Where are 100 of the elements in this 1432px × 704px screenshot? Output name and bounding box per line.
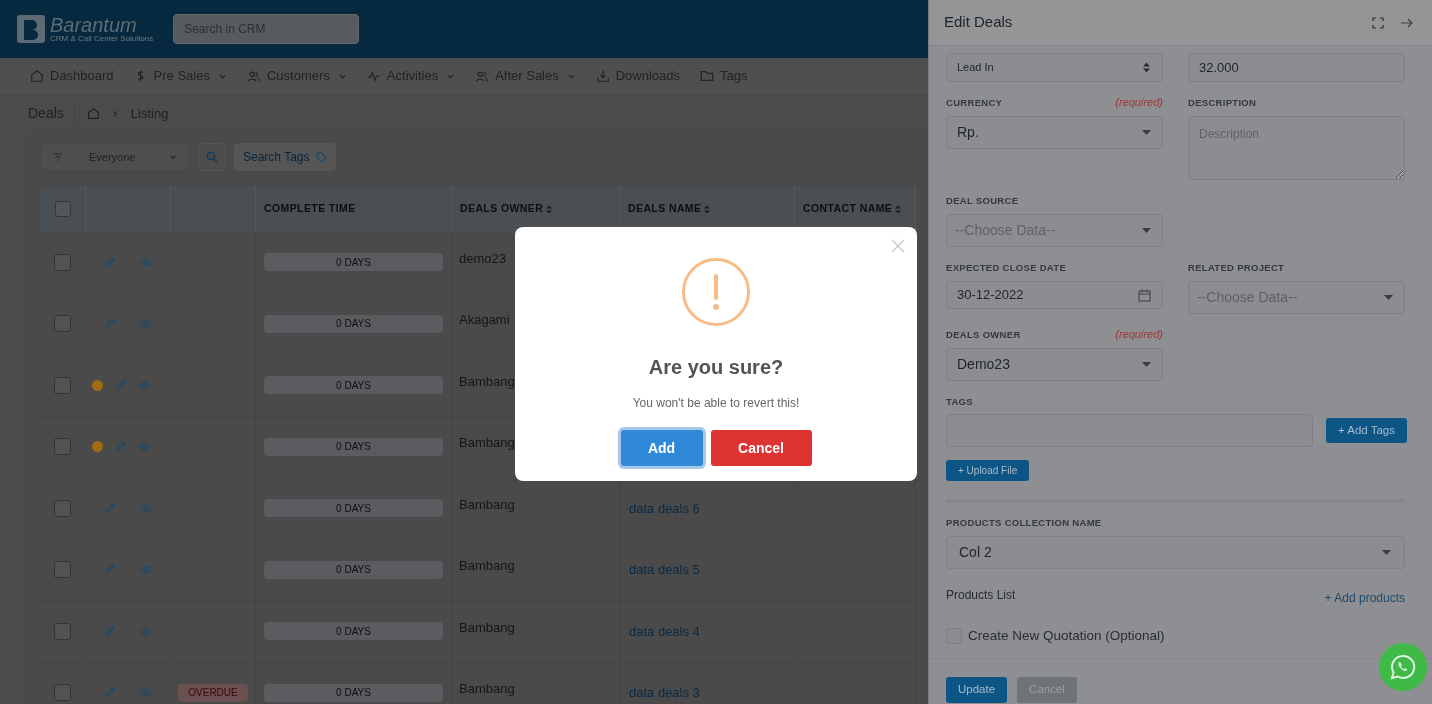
people-icon bbox=[247, 69, 261, 83]
required-note: (required) bbox=[1115, 326, 1163, 342]
row-checkbox[interactable] bbox=[54, 315, 71, 333]
duration-bar: 0 DAYS bbox=[264, 560, 443, 579]
cancel-button[interactable]: Cancel bbox=[710, 430, 812, 466]
view-icon[interactable] bbox=[140, 626, 152, 636]
view-icon[interactable] bbox=[140, 688, 152, 698]
logo-text: Barantum bbox=[50, 15, 138, 35]
panel-title: Edit Deals bbox=[944, 12, 1014, 33]
view-icon[interactable] bbox=[140, 565, 152, 575]
view-icon[interactable] bbox=[138, 442, 150, 452]
section-label: Products List bbox=[946, 586, 1017, 604]
sort-icon[interactable] bbox=[895, 204, 902, 214]
sort-icon bbox=[1143, 62, 1150, 73]
field-label: DEAL SOURCE bbox=[946, 193, 1020, 208]
caret-icon bbox=[1142, 362, 1151, 367]
field-label: PRODUCTS COLLECTION NAME bbox=[946, 516, 1103, 531]
required-note: (required) bbox=[1115, 94, 1163, 110]
select-all-checkbox[interactable] bbox=[54, 201, 71, 217]
select-dropdown[interactable]: Lead In bbox=[946, 53, 1163, 82]
edit-icon[interactable] bbox=[104, 256, 115, 268]
sort-icon[interactable] bbox=[704, 204, 711, 214]
home-icon bbox=[30, 69, 44, 83]
duration-bar: 0 DAYS bbox=[264, 253, 443, 272]
duration-bar: 0 DAYS bbox=[264, 683, 443, 702]
search-button[interactable] bbox=[198, 143, 226, 171]
search-tags-button[interactable]: Search Tags bbox=[234, 143, 336, 171]
field-label: DESCRIPTION bbox=[1188, 95, 1258, 110]
view-icon[interactable] bbox=[140, 257, 152, 267]
row-checkbox[interactable] bbox=[54, 622, 71, 640]
search-icon bbox=[206, 151, 218, 163]
edit-icon[interactable] bbox=[115, 379, 126, 391]
edit-icon[interactable] bbox=[104, 564, 115, 576]
download-icon bbox=[595, 69, 610, 83]
overdue-badge: OVERDUE bbox=[178, 683, 248, 702]
close-icon[interactable] bbox=[891, 239, 905, 253]
duration-bar: 0 DAYS bbox=[264, 376, 443, 395]
select-dropdown[interactable]: Col 2 bbox=[946, 535, 1405, 569]
tag-icon bbox=[315, 151, 327, 163]
deal-link[interactable]: data deals 3 bbox=[629, 683, 700, 703]
deal-link[interactable]: data deals 6 bbox=[629, 498, 700, 518]
row-checkbox[interactable] bbox=[54, 499, 71, 517]
duration-bar: 0 DAYS bbox=[264, 314, 443, 333]
caret-icon bbox=[1142, 130, 1151, 135]
chevron-right-icon bbox=[111, 109, 119, 118]
edit-icon[interactable] bbox=[104, 625, 115, 637]
deal-link[interactable]: data deals 5 bbox=[629, 560, 700, 580]
add-products-link[interactable]: + Add products bbox=[1324, 588, 1405, 607]
row-checkbox[interactable] bbox=[54, 561, 71, 579]
row-checkbox[interactable] bbox=[54, 684, 71, 702]
edit-icon[interactable] bbox=[104, 502, 115, 514]
caret-icon bbox=[1384, 295, 1393, 300]
date-field[interactable]: 30-12-2022 bbox=[946, 281, 1163, 309]
field-label: EXPECTED CLOSE DATE bbox=[946, 260, 1068, 275]
field-label: TAGS bbox=[946, 395, 974, 409]
update-button[interactable]: Update bbox=[946, 676, 1008, 703]
people-icon bbox=[475, 69, 490, 83]
duration-bar: 0 DAYS bbox=[264, 622, 443, 641]
row-checkbox[interactable] bbox=[54, 376, 71, 394]
value-field[interactable]: 32.000 bbox=[1188, 53, 1405, 82]
phone-bubble-icon bbox=[1389, 653, 1417, 681]
arrow-right-icon[interactable] bbox=[1400, 17, 1413, 28]
row-checkbox[interactable] bbox=[54, 438, 71, 456]
column-header: COMPLETE TIME bbox=[264, 201, 356, 217]
duration-bar: 0 DAYS bbox=[264, 499, 443, 518]
upload-file-button[interactable]: + Upload File bbox=[946, 460, 1030, 482]
column-header[interactable]: DEALS OWNER bbox=[460, 201, 544, 217]
field-label: CURRENCY bbox=[946, 95, 1004, 110]
confirm-button[interactable]: Add bbox=[620, 430, 703, 466]
logo-icon bbox=[16, 14, 46, 44]
edit-icon[interactable] bbox=[104, 687, 115, 699]
sort-icon[interactable] bbox=[546, 204, 553, 214]
view-icon[interactable] bbox=[140, 503, 152, 513]
chevron-down-icon bbox=[169, 153, 177, 161]
pulse-icon bbox=[366, 69, 381, 83]
edit-icon[interactable] bbox=[104, 318, 115, 330]
duration-bar: 0 DAYS bbox=[264, 437, 443, 456]
checkbox-label: Create New Quotation (Optional) bbox=[968, 626, 1165, 645]
dialog-message: You won't be able to revert this! bbox=[632, 395, 800, 412]
select-dropdown[interactable]: Rp. bbox=[946, 116, 1163, 149]
home-icon[interactable] bbox=[86, 107, 100, 120]
logo-tagline: CRM & Call Center Solutions bbox=[50, 35, 154, 43]
add-tags-button[interactable]: + Add Tags bbox=[1325, 418, 1407, 444]
column-header[interactable]: DEALS NAME bbox=[628, 201, 702, 217]
calendar-icon bbox=[1138, 288, 1151, 302]
dialog-title: Are you sure? bbox=[648, 355, 784, 380]
folder-icon bbox=[700, 69, 715, 83]
select-dropdown[interactable]: Demo23 bbox=[946, 348, 1163, 381]
caret-icon bbox=[1382, 549, 1391, 555]
view-icon[interactable] bbox=[140, 319, 152, 329]
edit-icon[interactable] bbox=[115, 441, 126, 453]
row-checkbox[interactable] bbox=[54, 253, 71, 271]
deal-link[interactable]: data deals 4 bbox=[629, 621, 700, 641]
column-header[interactable]: CONTACT NAME bbox=[803, 201, 893, 217]
view-icon[interactable] bbox=[138, 380, 150, 390]
field-label: DEALS OWNER bbox=[946, 327, 1022, 342]
expand-icon[interactable] bbox=[1372, 16, 1384, 29]
warning-icon bbox=[682, 258, 750, 326]
field-label: RELATED PROJECT bbox=[1188, 260, 1286, 275]
caret-icon bbox=[1142, 228, 1151, 233]
